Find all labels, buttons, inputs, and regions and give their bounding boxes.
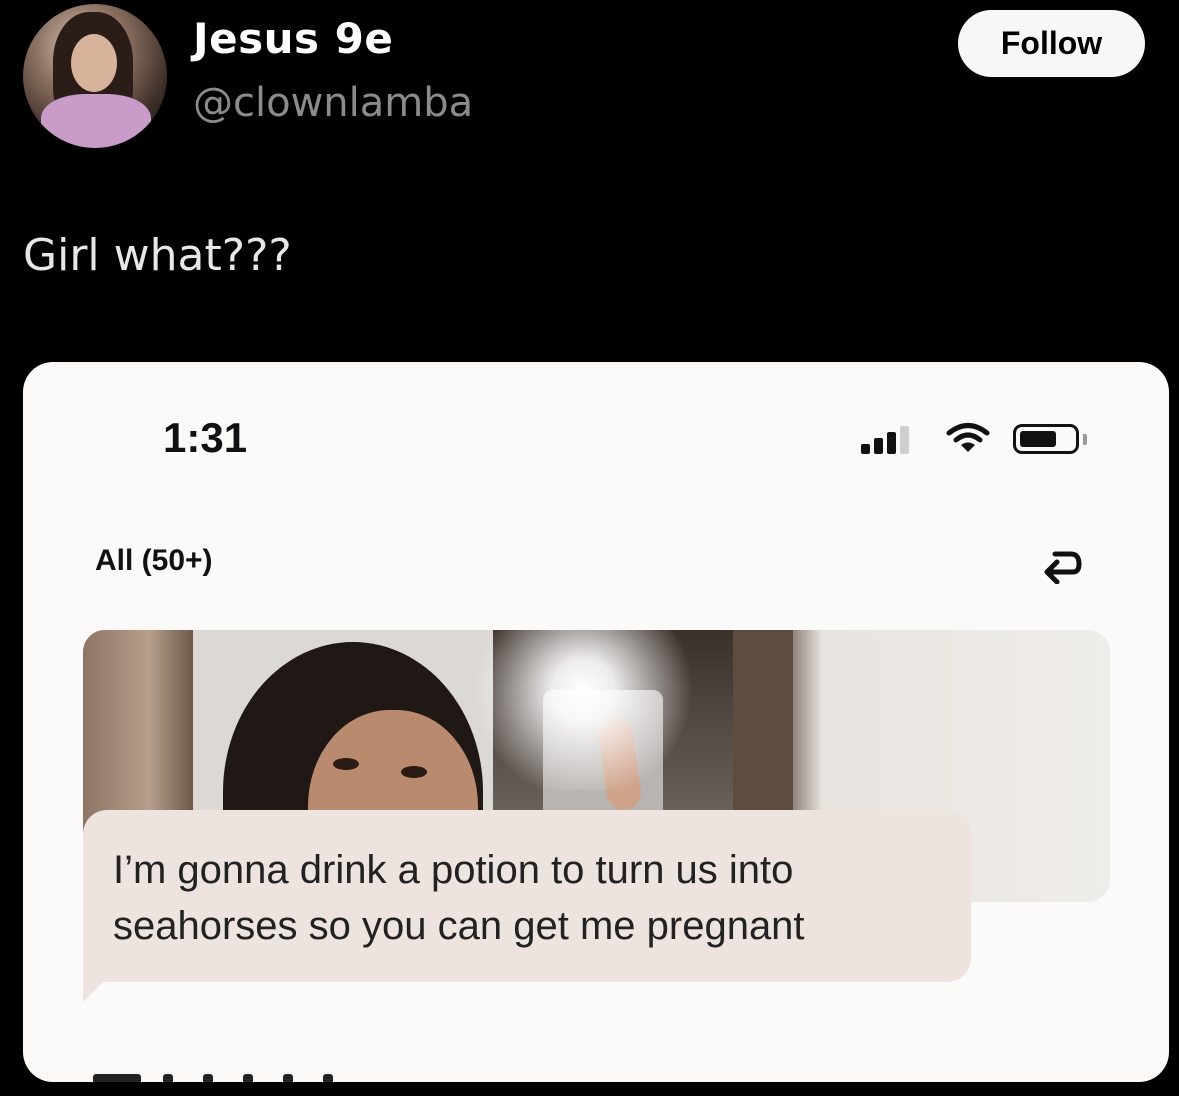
wifi-icon bbox=[946, 423, 990, 452]
message-text: I’m gonna drink a potion to turn us into… bbox=[113, 848, 805, 948]
battery-tip bbox=[1083, 434, 1087, 445]
profile-avatar[interactable] bbox=[23, 4, 167, 148]
display-name[interactable]: Jesus 9e bbox=[193, 14, 393, 63]
avatar-face bbox=[71, 34, 117, 92]
user-handle[interactable]: @clownlamba bbox=[193, 80, 473, 126]
avatar-clothing bbox=[41, 94, 151, 148]
cellular-signal-icon bbox=[861, 424, 921, 454]
status-time: 1:31 bbox=[163, 414, 248, 461]
battery-icon bbox=[1013, 424, 1079, 454]
message-filter-label[interactable]: All (50+) bbox=[95, 544, 213, 578]
attached-screenshot[interactable]: 1:31 All (50+) I’m gonna drink a potion … bbox=[23, 362, 1169, 1082]
message-bubble: I’m gonna drink a potion to turn us into… bbox=[83, 810, 971, 982]
tweet-text: Girl what??? bbox=[23, 230, 292, 281]
undo-icon[interactable] bbox=[1033, 540, 1083, 584]
follow-button[interactable]: Follow bbox=[958, 10, 1145, 77]
bottom-row-peek bbox=[93, 1062, 363, 1082]
